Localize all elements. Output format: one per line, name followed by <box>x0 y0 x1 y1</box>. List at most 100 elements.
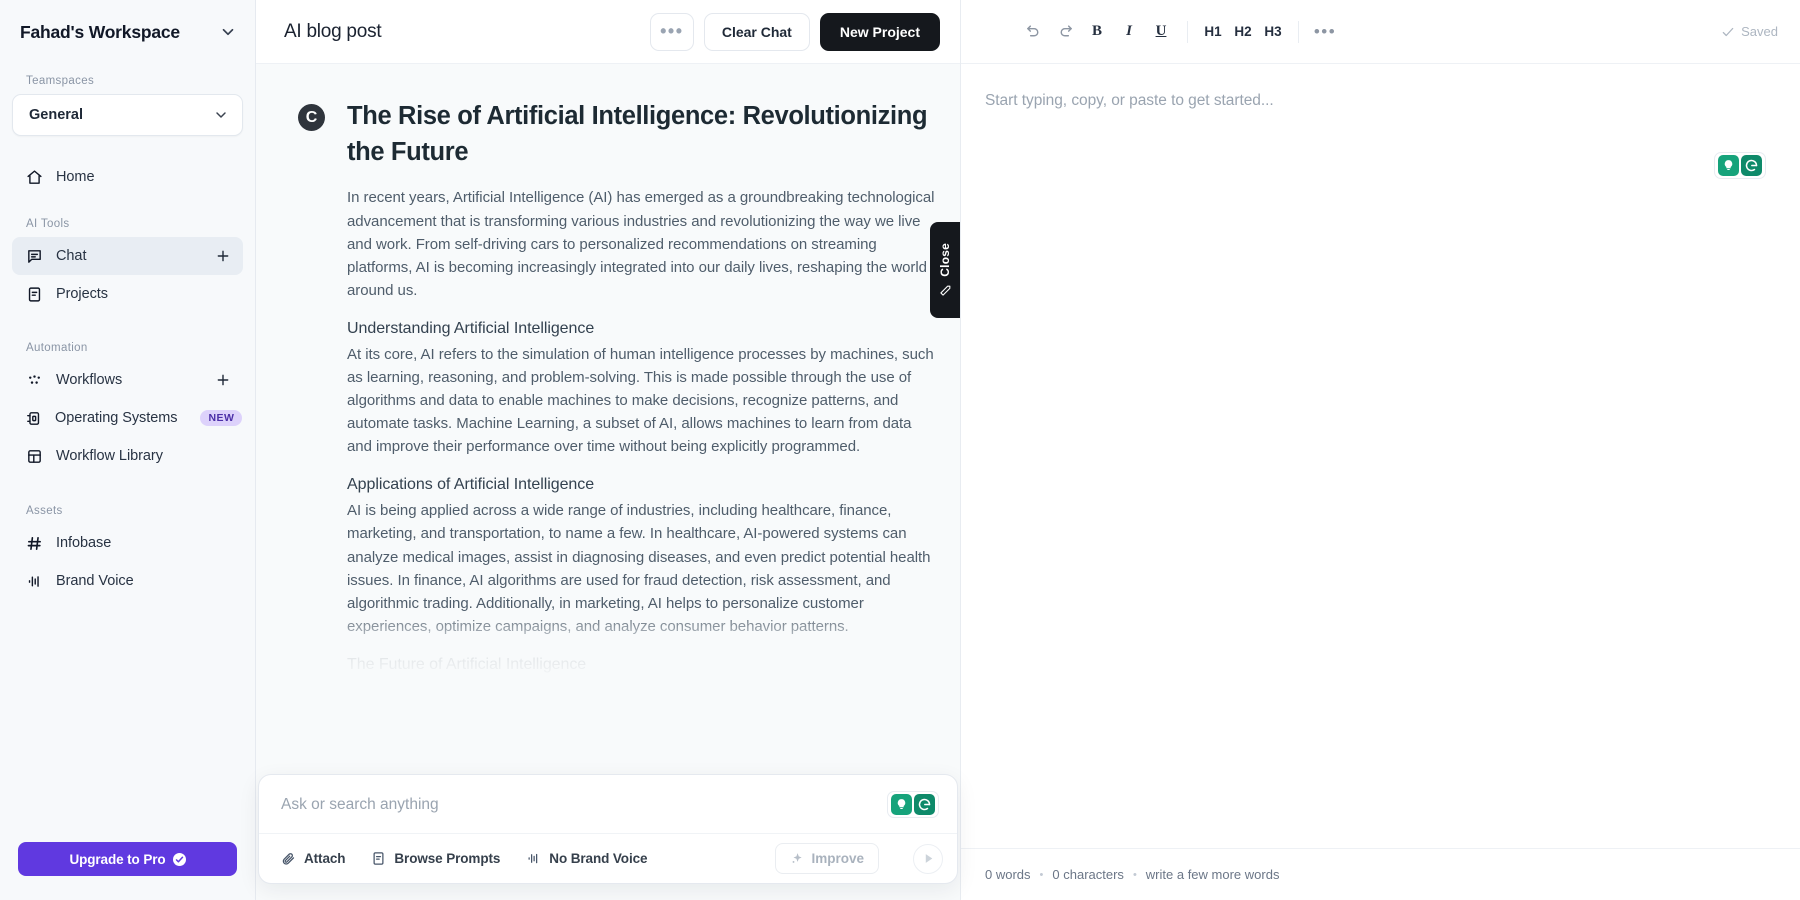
bold-button[interactable]: B <box>1081 16 1113 48</box>
more-options-button[interactable]: ••• <box>650 13 694 51</box>
sidebar: Fahad's Workspace Teamspaces General Hom… <box>0 0 256 900</box>
send-button[interactable] <box>913 844 943 874</box>
redo-button[interactable] <box>1049 16 1081 48</box>
italic-button[interactable]: I <box>1113 16 1145 48</box>
home-group: Home <box>0 158 255 196</box>
audio-bars-icon <box>526 851 541 866</box>
sidebar-item-label: Operating Systems <box>55 410 177 426</box>
upgrade-to-pro-button[interactable]: Upgrade to Pro <box>18 842 237 876</box>
audio-bars-icon <box>25 572 43 590</box>
home-icon <box>25 168 43 186</box>
operating-system-icon <box>25 409 42 427</box>
document-icon <box>371 851 386 866</box>
section-heading: Applications of Artificial Intelligence <box>347 476 936 494</box>
underline-button[interactable]: U <box>1145 16 1177 48</box>
ai-tools-label: AI Tools <box>12 218 243 230</box>
plus-icon[interactable] <box>215 372 231 388</box>
teamspace-selected-label: General <box>29 107 205 123</box>
grammarly-g-icon[interactable] <box>914 794 935 815</box>
sidebar-item-label: Projects <box>56 286 231 302</box>
grammarly-pill[interactable] <box>1714 152 1766 179</box>
sidebar-item-workflows[interactable]: Workflows <box>12 361 243 399</box>
assets-group: Assets Infobase Brand Voice <box>0 505 255 600</box>
chevron-down-icon <box>213 107 229 123</box>
chat-bubble-icon <box>25 247 43 265</box>
undo-button[interactable] <box>1017 16 1049 48</box>
sidebar-item-brand-voice[interactable]: Brand Voice <box>12 562 243 600</box>
clear-chat-button[interactable]: Clear Chat <box>704 13 810 51</box>
editor-toolbar: B I U H1 H2 H3 ••• Saved <box>961 0 1800 64</box>
saved-label: Saved <box>1741 24 1778 39</box>
article-title: The Rise of Artificial Intelligence: Rev… <box>347 98 936 170</box>
improve-button[interactable]: Improve <box>775 843 879 874</box>
search-input[interactable] <box>281 796 877 814</box>
heading-2-button[interactable]: H2 <box>1228 16 1258 48</box>
teamspaces-group: Teamspaces General <box>0 75 255 136</box>
browse-prompts-label: Browse Prompts <box>394 851 500 866</box>
sidebar-item-chat[interactable]: Chat <box>12 237 243 275</box>
teamspace-select[interactable]: General <box>12 94 243 136</box>
separator: • <box>1133 869 1137 881</box>
sidebar-item-label: Workflows <box>56 372 202 388</box>
upgrade-section: Upgrade to Pro <box>0 842 255 900</box>
sidebar-item-label: Workflow Library <box>56 448 231 464</box>
chevron-down-icon[interactable] <box>219 23 237 41</box>
automation-group: Automation Workflows Operating Systems N… <box>0 342 255 475</box>
article-intro: In recent years, Artificial Intelligence… <box>347 186 936 301</box>
ai-tools-group: AI Tools Chat Projects <box>0 218 255 313</box>
lightbulb-icon[interactable] <box>891 794 912 815</box>
character-count: 0 characters <box>1052 867 1124 882</box>
attach-label: Attach <box>304 851 345 866</box>
section-body: AI is being applied across a wide range … <box>347 499 936 638</box>
lightbulb-icon[interactable] <box>1718 155 1739 176</box>
composer-container: Attach Browse Prompts No Brand Voice <box>256 774 960 884</box>
sidebar-item-label: Home <box>56 169 231 185</box>
document-editor-panel: B I U H1 H2 H3 ••• Saved Start typing, c… <box>960 0 1800 900</box>
sidebar-item-operating-systems[interactable]: Operating Systems NEW <box>12 399 243 437</box>
editor-content-area[interactable]: Start typing, copy, or paste to get star… <box>961 64 1800 848</box>
heading-3-button[interactable]: H3 <box>1258 16 1288 48</box>
browse-prompts-button[interactable]: Browse Prompts <box>371 851 500 866</box>
close-editor-tab[interactable]: Close <box>930 222 960 318</box>
sidebar-item-home[interactable]: Home <box>12 158 243 196</box>
brand-voice-selector[interactable]: No Brand Voice <box>526 851 647 866</box>
section-body: The future possibilities of AI are both … <box>347 679 936 702</box>
sidebar-item-label: Infobase <box>56 535 231 551</box>
new-project-button[interactable]: New Project <box>820 13 940 51</box>
heading-1-button[interactable]: H1 <box>1198 16 1228 48</box>
automation-label: Automation <box>12 342 243 354</box>
top-bar: AI blog post ••• Clear Chat New Project <box>256 0 960 64</box>
brand-voice-label: No Brand Voice <box>549 851 647 866</box>
upgrade-label: Upgrade to Pro <box>69 852 165 867</box>
app-root: Fahad's Workspace Teamspaces General Hom… <box>0 0 1800 900</box>
close-tab-label: Close <box>938 243 952 277</box>
sparkle-icon <box>790 852 804 866</box>
document-icon <box>25 285 43 303</box>
sidebar-item-projects[interactable]: Projects <box>12 275 243 313</box>
sidebar-item-workflow-library[interactable]: Workflow Library <box>12 437 243 475</box>
check-icon <box>1721 25 1735 39</box>
sidebar-item-infobase[interactable]: Infobase <box>12 524 243 562</box>
assets-label: Assets <box>12 505 243 517</box>
grammarly-g-icon[interactable] <box>1741 155 1762 176</box>
grammarly-pill[interactable] <box>887 791 939 818</box>
pencil-icon <box>939 284 952 297</box>
workspace-switcher[interactable]: Fahad's Workspace <box>0 0 255 64</box>
paperclip-icon <box>281 851 296 866</box>
avatar: C <box>298 104 325 131</box>
workspace-name: Fahad's Workspace <box>20 22 211 43</box>
chat-composer: Attach Browse Prompts No Brand Voice <box>258 774 958 884</box>
library-layout-icon <box>25 447 43 465</box>
save-status: Saved <box>1721 24 1778 39</box>
sidebar-item-label: Brand Voice <box>56 573 231 589</box>
divider <box>1298 21 1299 43</box>
separator: • <box>1040 869 1044 881</box>
editor-status-bar: 0 words • 0 characters • write a few mor… <box>961 848 1800 900</box>
plus-icon[interactable] <box>215 248 231 264</box>
chat-panel: AI blog post ••• Clear Chat New Project … <box>256 0 960 900</box>
hash-icon <box>25 534 43 552</box>
sidebar-item-label: Chat <box>56 248 202 264</box>
attach-button[interactable]: Attach <box>281 851 345 866</box>
page-title: AI blog post <box>284 21 640 43</box>
more-formatting-button[interactable]: ••• <box>1309 16 1341 48</box>
